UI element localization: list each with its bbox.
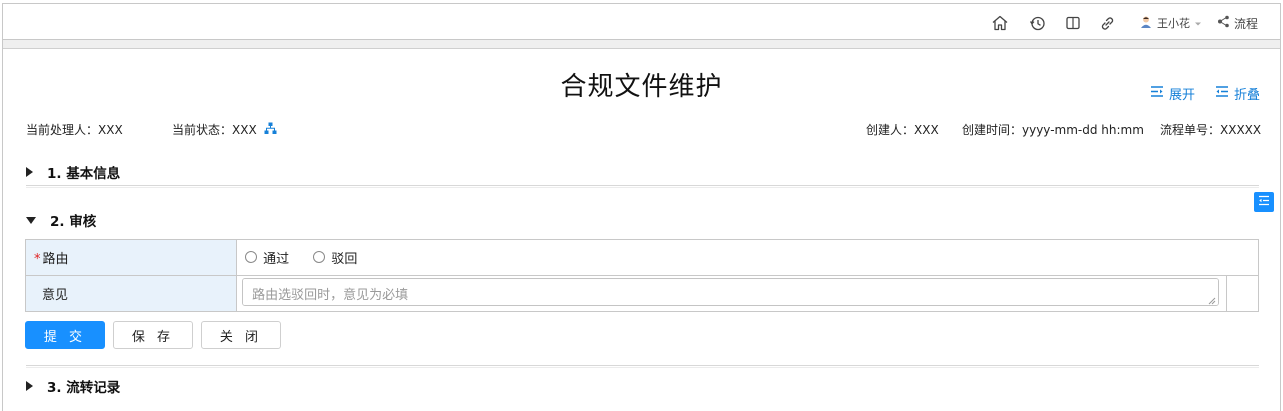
route-option-approve[interactable]: 通过: [245, 248, 289, 267]
link-icon[interactable]: [1099, 14, 1116, 32]
section-divider: [26, 185, 1259, 188]
expand-all-button[interactable]: 展开: [1150, 84, 1195, 103]
route-option-approve-label: 通过: [263, 251, 290, 267]
caret-right-icon: [26, 381, 33, 391]
side-panel-toggle[interactable]: [1254, 192, 1274, 212]
required-mark: *: [34, 252, 41, 267]
opinion-spacer-cell: [1226, 275, 1259, 312]
route-row: * 路由 通过 驳回: [24, 239, 1259, 276]
radio-approve[interactable]: [245, 251, 258, 264]
opinion-row: 意见: [24, 275, 1259, 312]
page-title: 合规文件维护: [560, 72, 723, 102]
user-menu[interactable]: 王小花: [1139, 14, 1202, 32]
collapse-icon: [1215, 85, 1229, 102]
user-avatar-icon: [1139, 15, 1153, 32]
creator: 创建人：XXX: [866, 123, 939, 137]
current-status: 当前状态：XXX: [172, 123, 257, 137]
flow-number: 流程单号：XXXXX: [1160, 123, 1262, 137]
route-options: 通过 驳回: [236, 239, 1259, 276]
section-basic-info-header[interactable]: 1. 基本信息: [26, 162, 120, 182]
close-button[interactable]: 关 闭: [201, 321, 281, 349]
expand-icon: [1150, 85, 1164, 102]
app-frame: 王小花 流程: [2, 3, 1281, 411]
section-history-title: 3. 流转记录: [47, 380, 121, 396]
book-icon[interactable]: [1065, 14, 1081, 32]
section-basic-info-title: 1. 基本信息: [47, 166, 121, 182]
collapse-all-label: 折叠: [1234, 88, 1261, 103]
opinion-textarea[interactable]: [242, 277, 1220, 306]
section-divider: [26, 365, 1259, 368]
review-form: * 路由 通过 驳回 意见: [24, 239, 1259, 312]
section-history-header[interactable]: 3. 流转记录: [26, 376, 120, 396]
chevron-down-icon: [1194, 16, 1202, 30]
top-toolbar: 王小花 流程: [3, 4, 1280, 40]
opinion-label-cell: 意见: [24, 275, 238, 312]
side-panel-icon: [1258, 195, 1270, 209]
route-label-cell: * 路由: [24, 239, 238, 276]
user-name: 王小花: [1157, 17, 1190, 30]
radio-reject[interactable]: [313, 251, 326, 264]
route-option-reject-label: 驳回: [331, 251, 358, 267]
opinion-cell: [236, 275, 1228, 312]
resize-grip-icon[interactable]: [1208, 294, 1216, 305]
route-label: 路由: [42, 252, 69, 267]
section-review-title: 2. 审核: [50, 214, 97, 230]
process-label: 流程: [1234, 16, 1259, 31]
save-button[interactable]: 保 存: [113, 321, 193, 349]
sub-bar: [3, 40, 1280, 49]
org-chart-icon[interactable]: [264, 122, 277, 138]
collapse-all-button[interactable]: 折叠: [1215, 84, 1260, 103]
current-handler: 当前处理人：XXX: [26, 123, 123, 137]
submit-button[interactable]: 提 交: [25, 321, 105, 349]
opinion-label: 意见: [42, 288, 69, 303]
route-option-reject[interactable]: 驳回: [313, 248, 357, 267]
process-button[interactable]: 流程: [1217, 14, 1258, 32]
caret-right-icon: [26, 167, 33, 177]
home-icon[interactable]: [991, 14, 1009, 32]
expand-all-label: 展开: [1169, 88, 1196, 103]
created-time: 创建时间：yyyy-mm-dd hh:mm: [962, 123, 1144, 137]
flow-icon: [1217, 15, 1230, 31]
history-icon[interactable]: [1029, 14, 1046, 32]
section-review-header[interactable]: 2. 审核: [26, 210, 96, 230]
caret-down-icon: [26, 216, 36, 224]
